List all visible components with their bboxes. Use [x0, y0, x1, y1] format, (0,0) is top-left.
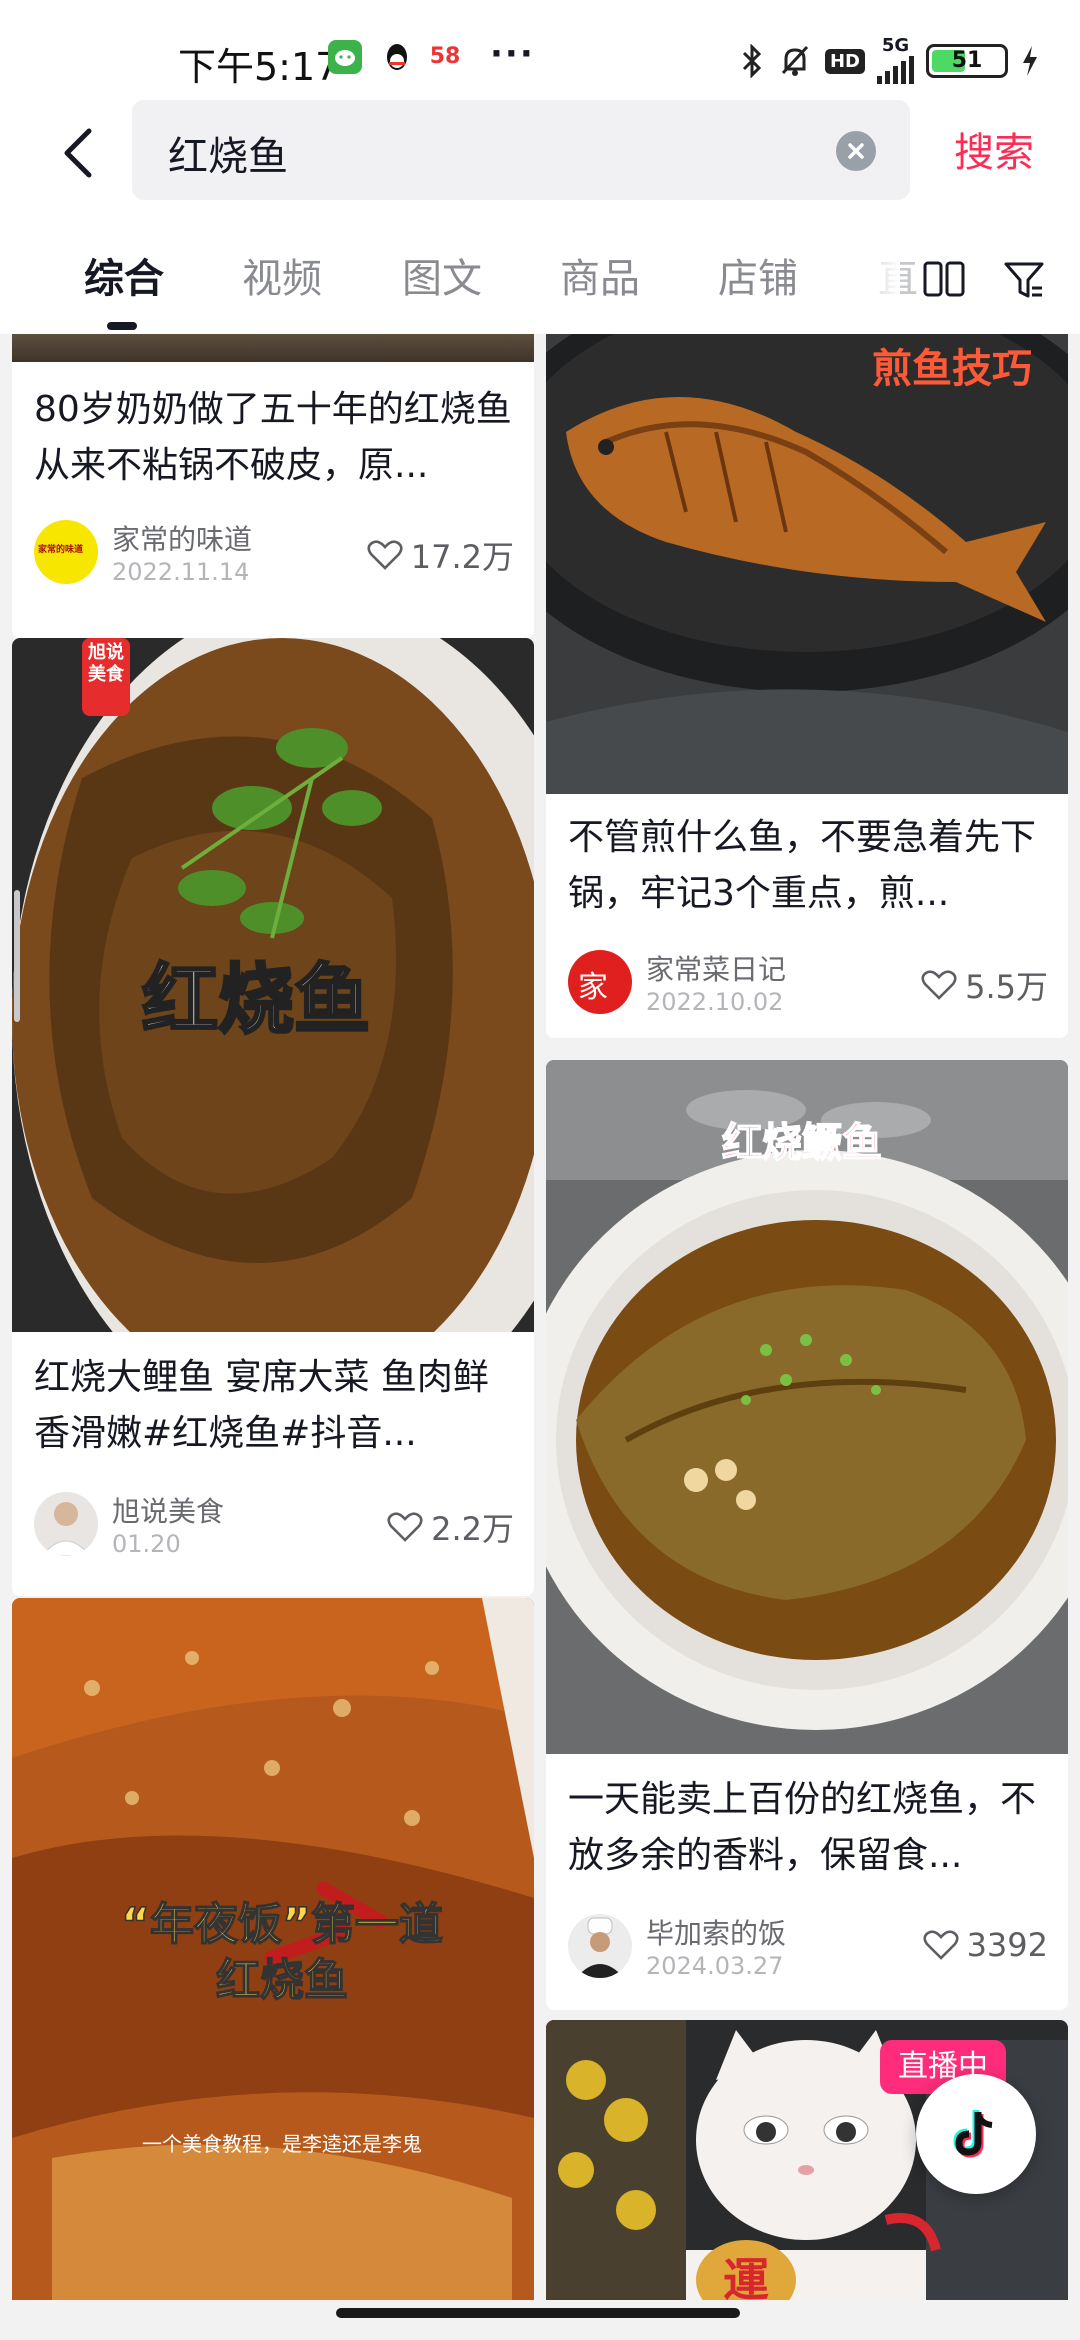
- like-count[interactable]: 5.5万: [921, 962, 1048, 1008]
- post-date: 2024.03.27: [646, 1952, 784, 1980]
- charging-icon: [1023, 46, 1037, 76]
- tab-image-text[interactable]: 图文: [402, 246, 482, 304]
- thumbnail-overlay-text: 红烧鳜鱼: [721, 1119, 883, 1167]
- result-card[interactable]: 80岁奶奶做了五十年的红烧鱼从来不粘锅不破皮，原... 家常的味道 家常的味道 …: [12, 334, 534, 638]
- like-count[interactable]: 3392: [923, 1926, 1048, 1964]
- more-notifications-icon: ···: [490, 34, 535, 74]
- search-query[interactable]: 红烧鱼: [168, 124, 288, 182]
- chevron-left-icon: [64, 128, 92, 178]
- post-date: 01.20: [112, 1530, 181, 1558]
- pan-fried-fish-image: [546, 334, 1068, 794]
- result-tabs: 综合 视频 图文 商品 店铺 直: [0, 212, 1080, 334]
- battery-icon: 51: [926, 44, 1008, 78]
- result-title: 不管煎什么鱼，不要急着先下锅，牢记3个重点，煎...: [568, 817, 1037, 914]
- avatar-text: 家: [578, 970, 608, 1005]
- result-card[interactable]: 红烧鳜鱼 一天能卖上百份的红烧鱼，不放多余的香料，保留食... 毕加索的饭 20…: [546, 1060, 1068, 2010]
- heart-icon: [387, 1512, 423, 1542]
- author-avatar[interactable]: [568, 1914, 632, 1978]
- author-name[interactable]: 旭说美食: [112, 1490, 224, 1530]
- thumbnail-overlay-text: 红烧鱼: [141, 954, 372, 1046]
- like-count-value: 5.5万: [965, 968, 1048, 1006]
- result-title: 红烧大鲤鱼 宴席大菜 鱼肉鲜香滑嫩#红烧鱼#抖音...: [34, 1357, 489, 1454]
- author-row: 旭说美食 01.20 2.2万: [34, 1490, 514, 1560]
- tab-products[interactable]: 商品: [560, 246, 640, 304]
- figurine-text: 運: [723, 2253, 769, 2300]
- hd-badge: HD: [824, 48, 865, 74]
- status-right: HD 5G 51: [739, 35, 1040, 84]
- result-thumbnail: 煎鱼技巧: [546, 334, 1068, 794]
- search-results-feed: 80岁奶奶做了五十年的红烧鱼从来不粘锅不破皮，原... 家常的味道 家常的味道 …: [0, 334, 1080, 2300]
- avatar-text: 家常的味道: [38, 545, 84, 555]
- network-type: 5G: [881, 35, 910, 56]
- close-icon: [848, 143, 864, 159]
- like-count-value: 3392: [966, 1926, 1048, 1964]
- tab-video[interactable]: 视频: [242, 246, 322, 304]
- search-header: 红烧鱼 搜索: [0, 100, 1080, 212]
- heart-icon: [921, 970, 957, 1000]
- like-count[interactable]: 2.2万: [387, 1504, 514, 1550]
- channel-tag: 旭说美食: [88, 642, 124, 685]
- active-tab-indicator: [107, 322, 137, 330]
- result-thumbnail: 红烧鱼 旭说美食: [12, 638, 534, 1332]
- result-title: 一天能卖上百份的红烧鱼，不放多余的香料，保留食...: [568, 1779, 1037, 1876]
- result-thumbnail: “年夜饭”第一道 红烧鱼 一个美食教程，是李逵还是李鬼: [12, 1598, 534, 2300]
- result-card[interactable]: 红烧鱼 旭说美食 红烧大鲤鱼 宴席大菜 鱼肉鲜香滑嫩#红烧鱼#抖音... 旭说美…: [12, 638, 534, 1596]
- author-name[interactable]: 毕加索的饭: [646, 1912, 786, 1952]
- filter-icon[interactable]: [1002, 258, 1046, 302]
- author-row: 家常的味道 家常的味道 2022.11.14 17.2万: [34, 518, 514, 588]
- douyin-logo-icon: [953, 2110, 993, 2158]
- status-time: 下午5:17: [178, 45, 340, 89]
- result-thumbnail: [12, 334, 534, 362]
- scrollbar[interactable]: [14, 890, 20, 1022]
- app-58-notification-icon: 58: [429, 44, 461, 69]
- douyin-floating-button[interactable]: [916, 2074, 1036, 2194]
- post-date: 2022.11.14: [112, 558, 250, 586]
- result-thumbnail: 红烧鳜鱼: [546, 1060, 1068, 1754]
- author-row: 家 家常菜日记 2022.10.02 5.5万: [568, 948, 1048, 1018]
- result-card[interactable]: 煎鱼技巧 不管煎什么鱼，不要急着先下锅，牢记3个重点，煎... 家 家常菜日记 …: [546, 334, 1068, 1038]
- tab-fade: [860, 212, 900, 334]
- like-count[interactable]: 17.2万: [367, 532, 514, 578]
- cellular-signal-icon: 5G: [877, 35, 914, 84]
- dual-column-layout-icon[interactable]: [922, 258, 966, 302]
- mute-bell-icon: [781, 45, 809, 76]
- like-count-value: 17.2万: [410, 538, 514, 576]
- thumbnail-overlay-text: 煎鱼技巧: [872, 346, 1032, 392]
- tab-shops[interactable]: 店铺: [718, 246, 798, 304]
- home-indicator[interactable]: [336, 2308, 740, 2318]
- tab-comprehensive[interactable]: 综合: [84, 246, 164, 304]
- heart-icon: [923, 1930, 959, 1960]
- qq-notification-icon: [380, 40, 414, 74]
- thumbnail-overlay-text: 红烧鱼: [215, 1954, 349, 2007]
- author-name[interactable]: 家常的味道: [112, 518, 252, 558]
- battery-percent: 51: [951, 48, 983, 73]
- wechat-notification-icon: [328, 40, 362, 74]
- search-input[interactable]: 红烧鱼: [132, 100, 910, 200]
- author-avatar[interactable]: 家常的味道: [34, 520, 98, 584]
- heart-icon: [367, 540, 403, 570]
- result-title: 80岁奶奶做了五十年的红烧鱼从来不粘锅不破皮，原...: [34, 389, 512, 486]
- author-name[interactable]: 家常菜日记: [646, 948, 786, 988]
- thumbnail-caption: 一个美食教程，是李逵还是李鬼: [142, 2132, 422, 2156]
- search-submit-button[interactable]: 搜索: [954, 120, 1034, 178]
- back-button[interactable]: [44, 118, 114, 188]
- author-avatar[interactable]: [34, 1492, 98, 1556]
- author-avatar[interactable]: 家: [568, 950, 632, 1014]
- result-card[interactable]: “年夜饭”第一道 红烧鱼 一个美食教程，是李逵还是李鬼: [12, 1598, 534, 2300]
- clear-search-button[interactable]: [836, 131, 876, 171]
- bluetooth-icon: [742, 44, 762, 78]
- author-row: 毕加索的饭 2024.03.27 3392: [568, 1912, 1048, 1982]
- status-bar: 下午5:17 58 ··· HD 5G 51: [0, 0, 1080, 100]
- post-date: 2022.10.02: [646, 988, 784, 1016]
- like-count-value: 2.2万: [431, 1510, 514, 1548]
- thumbnail-overlay-text: “年夜饭”第一道: [120, 1898, 443, 1951]
